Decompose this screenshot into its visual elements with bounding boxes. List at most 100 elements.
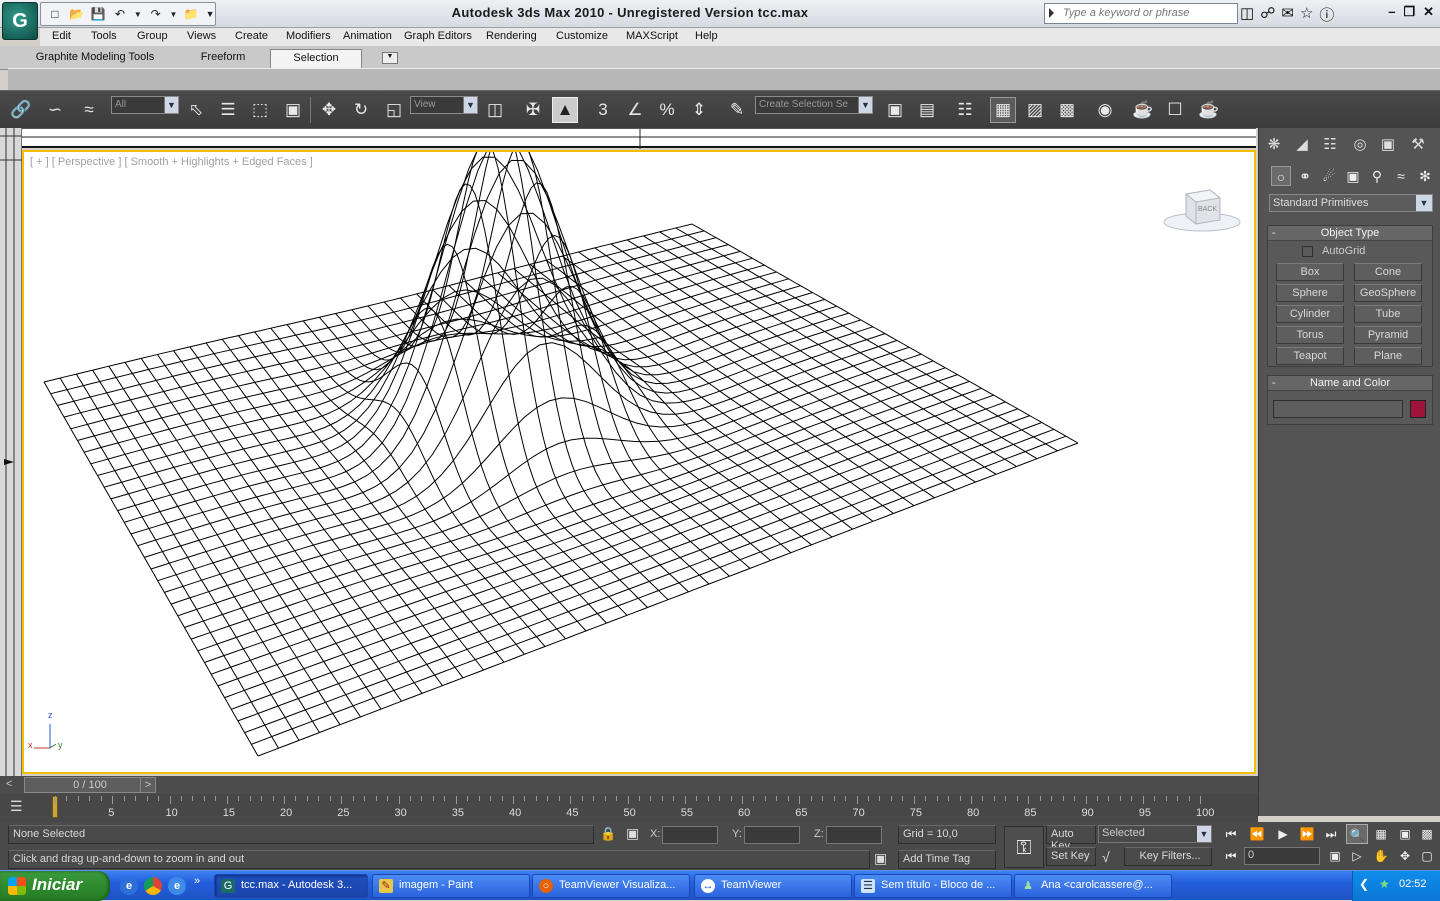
select-object-icon[interactable]: ⬁ (183, 97, 209, 123)
key-filters-button[interactable]: Key Filters... (1124, 847, 1212, 866)
torus-button[interactable]: Torus (1276, 326, 1344, 344)
plane-button[interactable]: Plane (1354, 347, 1422, 365)
auto-key-button[interactable]: Auto Key (1046, 825, 1096, 852)
absolute-mode-icon[interactable]: ▣ (626, 825, 639, 842)
time-slider-prev-icon[interactable]: < (6, 778, 12, 790)
select-manipulate-icon[interactable]: ✠ (520, 97, 546, 123)
go-to-start-icon[interactable]: ⏮ (1220, 824, 1242, 844)
curve-editor-icon[interactable]: ▨ (1022, 97, 1048, 123)
object-name-field[interactable] (1273, 400, 1403, 418)
menu-group[interactable]: Group (137, 28, 168, 42)
object-color-swatch[interactable] (1410, 400, 1426, 418)
window-crossing-icon[interactable]: ▣ (280, 97, 306, 123)
add-time-tag[interactable]: Add Time Tag (898, 850, 996, 869)
time-configuration-icon[interactable]: ▣ (1324, 846, 1346, 866)
task-paint[interactable]: ✎ imagem - Paint (372, 874, 530, 898)
quicklaunch-expand-icon[interactable]: » (194, 875, 200, 887)
render-production-icon[interactable]: ☕ (1196, 97, 1222, 123)
select-and-scale-icon[interactable]: ◱ (381, 97, 407, 123)
angle-snap-icon[interactable]: ∠ (622, 97, 648, 123)
play-icon[interactable]: ▶ (1272, 824, 1294, 844)
favorites-star-icon[interactable]: ☆ (1300, 4, 1313, 25)
rectangular-selection-icon[interactable]: ⬚ (247, 97, 273, 123)
tab-freeform[interactable]: Freeform (178, 49, 268, 68)
default-tangents-icon[interactable]: √ (1102, 849, 1110, 865)
systems-icon[interactable]: ✻ (1415, 166, 1435, 186)
isolate-icon[interactable]: ▣ (874, 850, 887, 867)
start-button[interactable]: Iniciar (0, 871, 110, 901)
open-mini-curve-editor-icon[interactable]: ☰ (10, 798, 32, 816)
display-tab-icon[interactable]: ▣ (1377, 134, 1399, 156)
key-mode-dropdown[interactable]: Selected ▼ (1098, 825, 1212, 843)
select-and-rotate-icon[interactable]: ↻ (348, 97, 374, 123)
menu-help[interactable]: Help (695, 28, 718, 42)
time-slider-thumb[interactable]: 0 / 100 (24, 777, 156, 793)
tray-collapse-icon[interactable]: ❮ (1359, 877, 1369, 891)
hierarchy-tab-icon[interactable]: ☷ (1319, 134, 1341, 156)
sphere-button[interactable]: Sphere (1276, 284, 1344, 302)
shapes-icon[interactable]: ⚭ (1295, 166, 1315, 186)
box-button[interactable]: Box (1276, 263, 1344, 281)
maximize-viewport-icon[interactable]: ▢ (1416, 846, 1438, 866)
task-email[interactable]: ♟ Ana <carolcassere@... (1014, 874, 1172, 898)
time-slider-next-button[interactable]: > (140, 777, 156, 793)
menu-create[interactable]: Create (235, 28, 268, 42)
close-icon[interactable]: ✕ (1423, 4, 1434, 20)
set-key-button[interactable]: Set Key (1046, 847, 1096, 866)
select-and-link-icon[interactable]: 🔗 (8, 97, 34, 123)
menu-edit[interactable]: Edit (52, 28, 71, 42)
menu-customize[interactable]: Customize (556, 28, 608, 42)
ie-quicklaunch-icon[interactable]: e (120, 877, 138, 895)
field-of-view-icon[interactable]: ▷ (1346, 846, 1368, 866)
go-to-end-icon[interactable]: ⏭ (1320, 824, 1342, 844)
utilities-tab-icon[interactable]: ⚒ (1407, 134, 1429, 156)
named-selection-dropdown[interactable]: Create Selection Se ▼ (755, 96, 873, 114)
select-by-name-icon[interactable]: ☰ (215, 97, 241, 123)
time-slider[interactable]: < 0 / 100 > (0, 776, 1258, 794)
orbit-icon[interactable]: ✥ (1394, 846, 1416, 866)
create-tab-icon[interactable]: ❋ (1263, 134, 1285, 156)
zoom-extents-all-icon[interactable]: ▩ (1416, 824, 1438, 844)
menu-maxscript[interactable]: MAXScript (626, 28, 678, 42)
task-teamviewer-viewer[interactable]: ○ TeamViewer Visualiza... (532, 874, 690, 898)
ribbon-minimize-icon[interactable]: ▼ (382, 52, 398, 64)
name-and-color-header[interactable]: - Name and Color (1268, 376, 1432, 391)
lights-icon[interactable]: ☄ (1319, 166, 1339, 186)
autogrid-checkbox[interactable] (1302, 246, 1313, 257)
rendered-frame-window-icon[interactable]: ☐ (1162, 97, 1188, 123)
binoculars-icon[interactable]: ◫ (1240, 4, 1254, 25)
align-icon[interactable]: ▤ (914, 97, 940, 123)
edit-named-selection-icon[interactable]: ✎ (724, 97, 750, 123)
zoom-icon[interactable]: 🔍 (1346, 824, 1368, 844)
track-bar[interactable]: ☰ 5 10 15 20 25 30 35 40 45 50 55 60 65 70 75 80 85 90 95 1… (0, 794, 1258, 822)
pan-view-icon[interactable]: ✋ (1370, 846, 1392, 866)
render-setup-icon[interactable]: ☕ (1130, 97, 1156, 123)
perspective-viewport[interactable]: [ + ] [ Perspective ] [ Smooth + Highlig… (22, 150, 1256, 774)
chrome-quicklaunch-icon[interactable] (144, 877, 162, 895)
key-mode-toggle-icon[interactable]: ⏮ (1220, 846, 1242, 866)
schematic-view-icon[interactable]: ▩ (1054, 97, 1080, 123)
selection-filter-dropdown[interactable]: All ▼ (111, 96, 179, 114)
restore-icon[interactable]: ❐ (1403, 4, 1415, 20)
help-icon[interactable]: ⓘ (1319, 4, 1334, 25)
graphite-toggle-icon[interactable]: ▦ (990, 97, 1016, 123)
lock-selection-icon[interactable]: 🔒 (600, 826, 616, 842)
select-and-move-icon[interactable]: ✥ (316, 97, 342, 123)
spinner-snap-icon[interactable]: ⇕ (686, 97, 712, 123)
cone-button[interactable]: Cone (1354, 263, 1422, 281)
tab-graphite-modeling-tools[interactable]: Graphite Modeling Tools (20, 49, 170, 68)
tab-selection[interactable]: Selection (270, 49, 362, 68)
x-coordinate-field[interactable] (662, 826, 718, 844)
reference-coordinate-dropdown[interactable]: View ▼ (410, 96, 478, 114)
object-type-header[interactable]: - Object Type (1268, 226, 1432, 241)
menu-graph-editors[interactable]: Graph Editors (404, 28, 472, 42)
y-coordinate-field[interactable] (744, 826, 800, 844)
pivot-center-icon[interactable]: ◫ (482, 97, 508, 123)
next-frame-icon[interactable]: ⏩ (1296, 824, 1318, 844)
set-keys-key-icon[interactable]: ⚿ (1004, 826, 1044, 868)
network-tray-icon[interactable]: ★ (1379, 877, 1390, 891)
helpers-icon[interactable]: ⚲ (1367, 166, 1387, 186)
zoom-all-icon[interactable]: ▦ (1370, 824, 1392, 844)
minimize-icon[interactable]: – (1388, 4, 1395, 20)
subscription-icon[interactable]: ☍ (1260, 4, 1275, 25)
